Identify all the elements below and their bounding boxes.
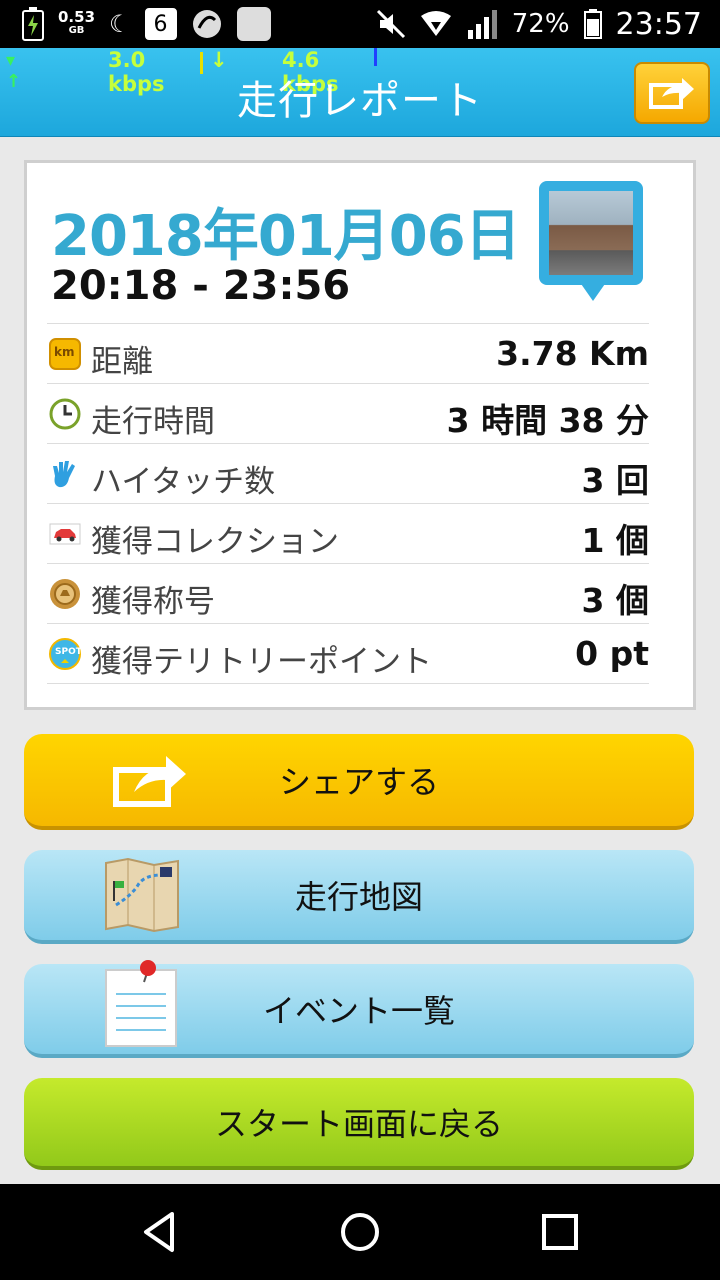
- spot-badge-text: SPOT: [55, 647, 82, 657]
- stat-label: 距離: [91, 344, 153, 380]
- map-icon: [105, 857, 179, 933]
- stat-row-titles: 獲得称号 3 個: [47, 564, 649, 624]
- high-five-icon: [53, 461, 75, 488]
- page-title: 走行レポート: [237, 78, 483, 124]
- medal-icon: [50, 579, 80, 609]
- notification-number: 6: [144, 8, 177, 40]
- stat-label: 獲得テリトリーポイント: [91, 644, 432, 680]
- stat-label: 獲得称号: [91, 584, 215, 620]
- share-button[interactable]: シェアする: [24, 734, 694, 830]
- event-list-button[interactable]: イベント一覧: [24, 960, 694, 1058]
- event-list-button-label: イベント一覧: [262, 992, 455, 1030]
- stat-label: ハイタッチ数: [91, 464, 276, 500]
- battery-icon: [583, 9, 602, 39]
- header-share-button[interactable]: [634, 62, 710, 124]
- location-photo-pin[interactable]: [539, 181, 643, 301]
- stat-value: 3 時間 38 分: [446, 401, 649, 440]
- back-to-start-button-label: スタート画面に戻る: [214, 1105, 503, 1143]
- stat-row-territory-points: SPOT 獲得テリトリーポイント 0 pt: [47, 624, 649, 684]
- location-photo: [549, 191, 633, 275]
- clock-icon: [49, 398, 81, 430]
- home-icon[interactable]: [336, 1208, 384, 1256]
- clock-time: 23:57: [615, 6, 702, 42]
- stat-value: 3.78 Km: [496, 334, 649, 373]
- report-date: 2018年01月06日: [51, 204, 521, 269]
- status-bar: 0.53 GB ☾ 6 72% 23:57: [0, 0, 720, 48]
- pin-tail: [579, 281, 607, 301]
- stat-label: 走行時間: [91, 404, 215, 440]
- app-sync-icon: [192, 10, 221, 38]
- stat-row-drive-time: 走行時間 3 時間 38 分: [47, 384, 649, 444]
- moon-icon: ☾: [109, 10, 131, 38]
- drive-map-button-label: 走行地図: [294, 878, 423, 916]
- data-usage-unit: GB: [68, 25, 85, 36]
- stat-value: 0 pt: [575, 634, 649, 673]
- drive-map-button[interactable]: 走行地図: [24, 850, 694, 944]
- stat-row-collection: 獲得コレクション 1 個: [47, 504, 649, 564]
- data-usage: 0.53 GB: [58, 10, 95, 38]
- battery-charging-icon: [22, 7, 44, 41]
- app-header: ▾ ↑ 3.0 kbps ↓ 4.6 kbps 走行レポート: [0, 48, 720, 137]
- stat-value: 1 個: [581, 521, 649, 560]
- speed-cursor: [374, 48, 377, 66]
- stat-row-distance: km 距離 3.78 Km: [47, 324, 649, 384]
- stat-label: 獲得コレクション: [91, 524, 339, 560]
- stat-row-high-five: ハイタッチ数 3 回: [47, 444, 649, 504]
- share-arrow-icon: [113, 756, 186, 807]
- stat-value: 3 回: [581, 461, 649, 500]
- report-stats-list: km 距離 3.78 Km 走行時間 3 時間 38 分 ハイタッチ数 3 回: [47, 323, 649, 684]
- wifi-icon: [420, 11, 451, 36]
- mute-icon: [376, 9, 405, 39]
- report-card: 2018年01月06日 20:18 - 23:56 km 距離 3.78 Km …: [24, 160, 696, 710]
- system-nav-bar: [0, 1184, 720, 1280]
- recent-apps-icon[interactable]: [536, 1208, 584, 1256]
- share-arrow-icon: [649, 78, 694, 109]
- back-icon[interactable]: [136, 1208, 184, 1256]
- km-badge-text: km: [54, 345, 75, 359]
- memo-pin-icon: [105, 960, 177, 1047]
- stat-value: 3 個: [581, 581, 649, 620]
- report-time-range: 20:18 - 23:56: [51, 263, 351, 309]
- app-notification-icon: [236, 7, 271, 41]
- car-icon: [49, 523, 81, 545]
- battery-percent: 72%: [511, 9, 570, 39]
- signal-icon: [467, 10, 497, 39]
- share-button-label: シェアする: [278, 763, 439, 801]
- back-to-start-button[interactable]: スタート画面に戻る: [24, 1078, 694, 1170]
